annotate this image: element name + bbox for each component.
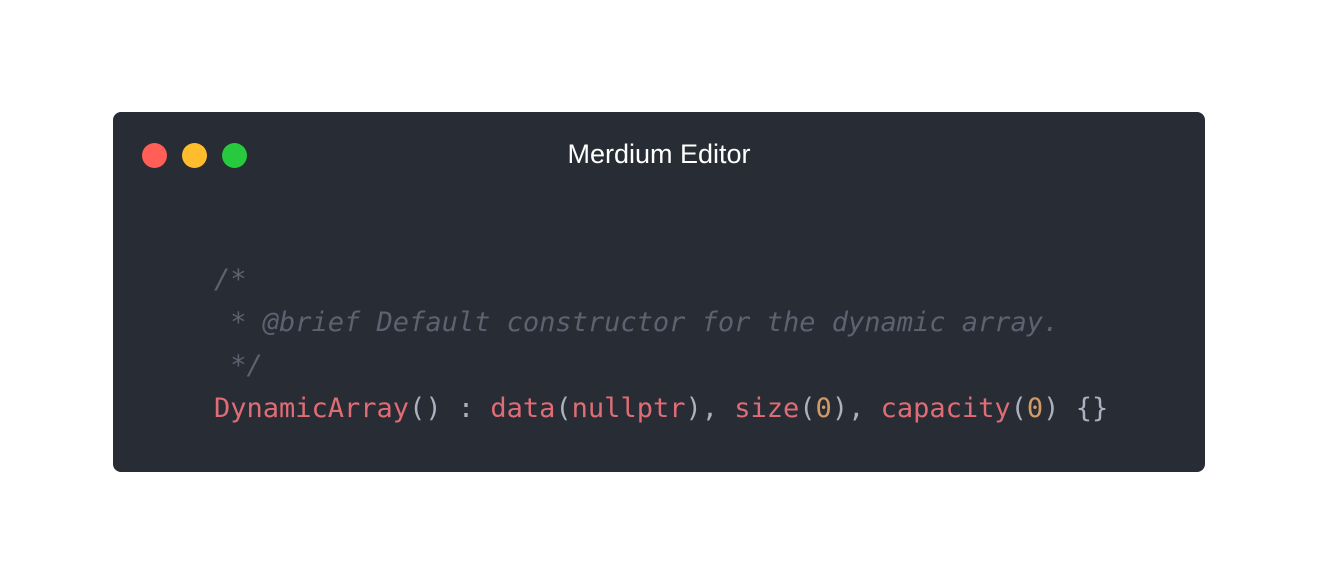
constructor-name: DynamicArray [214, 393, 410, 424]
paren-open: ( [1010, 393, 1027, 424]
editor-window: Merdium Editor /* * @brief Default const… [113, 112, 1205, 472]
code-comment-line: * @brief Default constructor for the dyn… [214, 307, 1060, 338]
paren-open: ( [555, 393, 572, 424]
initializer-size: size [734, 393, 800, 424]
initializer-data: data [490, 393, 556, 424]
paren-open: ( [799, 393, 816, 424]
paren-close: ) [1043, 393, 1076, 424]
code-constructor-line: DynamicArray() : data(nullptr), size(0),… [214, 387, 1108, 430]
paren-close: ), [831, 393, 881, 424]
initializer-data-value: nullptr [571, 393, 686, 424]
initializer-colon: : [441, 393, 491, 424]
code-comment-line: */ [214, 350, 263, 381]
initializer-capacity-value: 0 [1026, 393, 1044, 424]
constructor-body: {} [1075, 393, 1109, 424]
window-title: Merdium Editor [567, 139, 751, 169]
constructor-parens: () [409, 393, 442, 424]
initializer-size-value: 0 [815, 393, 832, 424]
code-area[interactable]: /* * @brief Default constructor for the … [214, 258, 1108, 430]
code-comment-line: /* [214, 264, 247, 295]
paren-close: ), [685, 393, 735, 424]
title-bar: Merdium Editor [113, 112, 1205, 200]
initializer-capacity: capacity [880, 393, 1011, 424]
